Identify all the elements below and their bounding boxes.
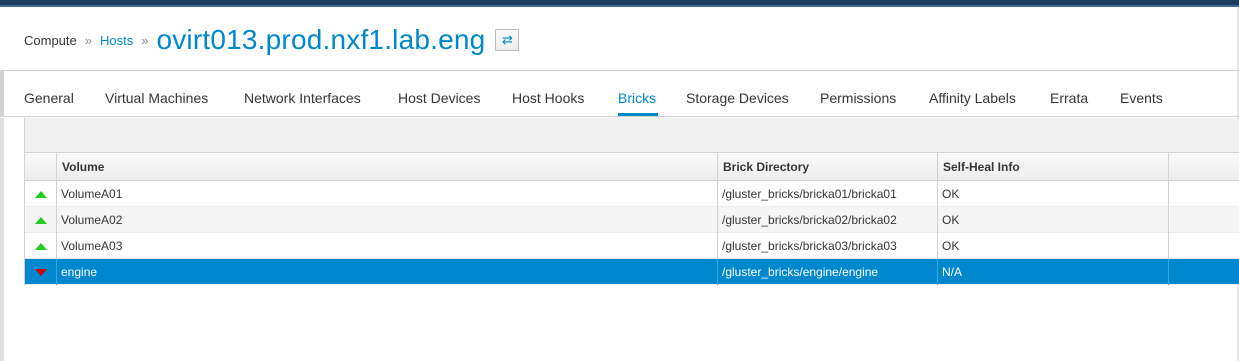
tab-host-devices[interactable]: Host Devices: [398, 90, 480, 106]
volume-cell: engine: [56, 259, 717, 285]
breadcrumb-separator: »: [141, 32, 149, 48]
tab-storage-devices[interactable]: Storage Devices: [686, 90, 789, 106]
status-cell: [25, 233, 56, 259]
status-cell: [25, 207, 56, 233]
status-cell: [25, 181, 56, 207]
masthead-bar: [0, 0, 1239, 7]
brick-directory-cell: /gluster_bricks/bricka01/bricka01: [717, 181, 937, 207]
page-title: ovirt013.prod.nxf1.lab.eng: [156, 24, 486, 55]
volume-cell: VolumeA01: [56, 181, 717, 207]
column-header-brick-directory[interactable]: Brick Directory: [717, 153, 937, 181]
column-header-volume[interactable]: Volume: [56, 153, 717, 181]
self-heal-cell: N/A: [937, 259, 1168, 285]
breadcrumb-compute: Compute: [24, 32, 77, 48]
tab-general[interactable]: General: [24, 90, 74, 106]
swap-icon: ⇄: [501, 32, 513, 47]
grid-toolbar: [24, 118, 1239, 153]
grid-body: VolumeA01/gluster_bricks/bricka01/bricka…: [25, 181, 1239, 285]
switch-host-button[interactable]: ⇄: [495, 29, 520, 51]
tab-permissions[interactable]: Permissions: [820, 90, 896, 106]
breadcrumb-separator: »: [84, 32, 92, 48]
brick-directory-cell: /gluster_bricks/engine/engine: [717, 259, 937, 285]
empty-cell: [1168, 259, 1239, 285]
self-heal-cell: OK: [937, 181, 1168, 207]
column-header-empty: [1168, 153, 1239, 181]
breadcrumb-hosts-link[interactable]: Hosts: [100, 33, 133, 48]
self-heal-cell: OK: [937, 233, 1168, 259]
status-up-icon: [34, 242, 47, 250]
volume-cell: VolumeA02: [56, 207, 717, 233]
table-row[interactable]: engine/gluster_bricks/engine/engine N/A: [25, 259, 1239, 285]
tab-bricks[interactable]: Bricks: [618, 90, 656, 106]
left-edge-lower: [0, 118, 4, 361]
detail-tabs: General Virtual Machines Network Interface…: [0, 71, 1239, 117]
brick-directory-cell: /gluster_bricks/bricka02/bricka02: [717, 207, 937, 233]
status-down-icon: [34, 268, 47, 276]
volume-cell: VolumeA03: [56, 233, 717, 259]
empty-cell: [1168, 181, 1239, 207]
grid-header: Volume Brick Directory Self-Heal Info: [25, 152, 1239, 181]
table-row[interactable]: VolumeA01/gluster_bricks/bricka01/bricka…: [25, 181, 1239, 207]
page-header: Compute » Hosts » ovirt013.prod.nxf1.lab…: [0, 7, 1239, 71]
table-row[interactable]: VolumeA02/gluster_bricks/bricka02/bricka…: [25, 207, 1239, 233]
self-heal-cell: OK: [937, 207, 1168, 233]
breadcrumb: Compute » Hosts » ovirt013.prod.nxf1.lab…: [24, 24, 520, 56]
table-row[interactable]: VolumeA03/gluster_bricks/bricka03/bricka…: [25, 233, 1239, 259]
empty-cell: [1168, 233, 1239, 259]
status-up-icon: [34, 216, 47, 224]
tab-host-hooks[interactable]: Host Hooks: [512, 90, 584, 106]
tab-network-interfaces[interactable]: Network Interfaces: [244, 90, 361, 106]
tab-virtual-machines[interactable]: Virtual Machines: [105, 90, 208, 106]
bricks-grid: Volume Brick Directory Self-Heal Info Vo…: [24, 152, 1239, 285]
empty-cell: [1168, 207, 1239, 233]
status-up-icon: [34, 190, 47, 198]
status-column-header: [25, 153, 56, 181]
tab-affinity-labels[interactable]: Affinity Labels: [929, 90, 1016, 106]
tab-errata[interactable]: Errata: [1050, 90, 1088, 106]
active-tab-indicator: [618, 113, 658, 116]
tab-events[interactable]: Events: [1120, 90, 1163, 106]
brick-directory-cell: /gluster_bricks/bricka03/bricka03: [717, 233, 937, 259]
status-cell: [25, 259, 56, 285]
column-header-self-heal[interactable]: Self-Heal Info: [937, 153, 1168, 181]
